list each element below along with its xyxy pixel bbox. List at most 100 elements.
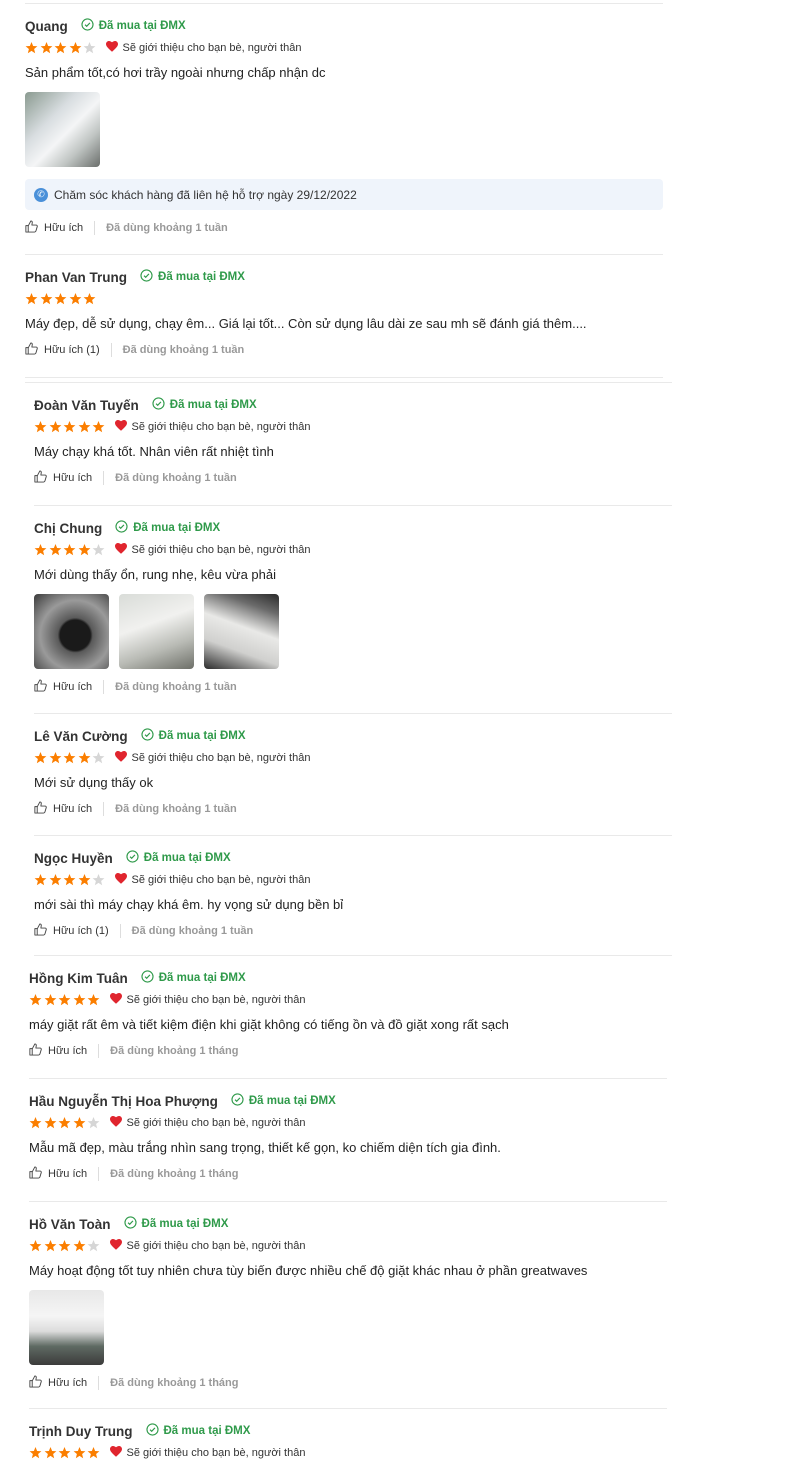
usage-duration: Đã dùng khoảng 1 tuần (106, 222, 228, 234)
divider (98, 1167, 100, 1181)
star-filled-icon (83, 292, 97, 306)
verified-badge: Đã mua tại ĐMX (141, 970, 246, 986)
review-photo[interactable] (34, 594, 109, 669)
helpful-button[interactable]: Hữu ích (29, 1166, 87, 1182)
helpful-label: Hữu ích (48, 1045, 88, 1057)
review-actions: Hữu ích Đã dùng khoảng 1 tháng (29, 1166, 501, 1182)
divider (29, 1201, 667, 1202)
helpful-button[interactable]: Hữu ích (29, 1043, 87, 1059)
helpful-button[interactable]: Hữu ích (25, 220, 83, 236)
review-header: Lê Văn Cường Đã mua tại ĐMX (34, 726, 310, 746)
review-content: Máy đẹp, dễ sử dụng, chạy êm... Giá lại … (25, 316, 587, 331)
star-filled-icon (63, 873, 77, 887)
star-filled-icon (29, 1239, 43, 1253)
thumbs-up-icon (34, 679, 53, 695)
support-icon: ✆ (34, 187, 48, 202)
star-filled-icon (58, 993, 72, 1007)
usage-duration: Đã dùng khoảng 1 tuần (115, 803, 237, 815)
check-circle-icon (140, 269, 158, 285)
recommend-badge: Sẽ giới thiệu cho bạn bè, người thân (109, 1116, 305, 1130)
star-filled-icon (78, 543, 92, 557)
divider (98, 1044, 100, 1058)
helpful-label: Hữu ích (1) (53, 925, 109, 937)
review-photo[interactable] (25, 92, 100, 167)
divider (103, 471, 105, 485)
review-header: Hồng Kim Tuân Đã mua tại ĐMX (29, 968, 509, 988)
check-circle-icon (141, 728, 159, 744)
divider (103, 802, 105, 816)
review-header: Trịnh Duy Trung Đã mua tại ĐMX (29, 1421, 305, 1441)
star-empty-icon (87, 1116, 101, 1130)
recommend-label: Sẽ giới thiệu cho bạn bè, người thân (131, 874, 311, 886)
star-filled-icon (63, 751, 77, 765)
heart-icon (114, 543, 132, 557)
helpful-button[interactable]: Hữu ích (34, 679, 92, 695)
review-photo[interactable] (119, 594, 194, 669)
divider (25, 254, 663, 255)
star-empty-icon (92, 751, 106, 765)
verified-label: Đã mua tại ĐMX (163, 1425, 251, 1437)
star-filled-icon (25, 292, 39, 306)
review-actions: Hữu ích Đã dùng khoảng 1 tháng (29, 1375, 587, 1391)
check-circle-icon (123, 1216, 142, 1232)
recommend-badge: Sẽ giới thiệu cho bạn bè, người thân (109, 1446, 306, 1460)
star-filled-icon (49, 751, 63, 765)
helpful-button[interactable]: Hữu ích (34, 801, 92, 817)
review-item: Lê Văn Cường Đã mua tại ĐMX Sẽ giới thiệu … (34, 726, 310, 817)
recommend-badge: Sẽ giới thiệu cho bạn bè, người thân (105, 41, 301, 55)
recommend-label: Sẽ giới thiệu cho bạn bè, người thân (126, 1447, 306, 1459)
review-content: Mẫu mã đẹp, màu trắng nhìn sang trọng, t… (29, 1140, 501, 1155)
review-photos (29, 1290, 587, 1365)
star-filled-icon (58, 1446, 72, 1460)
verified-badge: Đã mua tại ĐMX (115, 520, 220, 536)
review-header: Chị Chung Đã mua tại ĐMX (34, 518, 310, 538)
helpful-button[interactable]: Hữu ích (34, 470, 92, 486)
rating-row: Sẽ giới thiệu cho bạn bè, người thân (34, 419, 310, 435)
check-circle-icon (145, 1423, 164, 1439)
verified-badge: Đã mua tại ĐMX (123, 1216, 229, 1232)
rating-row: Sẽ giới thiệu cho bạn bè, người thân (29, 1238, 587, 1254)
verified-label: Đã mua tại ĐMX (143, 852, 231, 864)
check-circle-icon (126, 850, 144, 866)
review-item: Hồng Kim Tuân Đã mua tại ĐMX Sẽ giới thiệu… (29, 968, 509, 1059)
star-filled-icon (49, 420, 63, 434)
review-item: Ngọc Huyền Đã mua tại ĐMX Sẽ giới thiệu ch… (34, 848, 343, 939)
recommend-label: Sẽ giới thiệu cho bạn bè, người thân (131, 544, 311, 556)
review-header: Ngọc Huyền Đã mua tại ĐMX (34, 848, 343, 868)
support-text: Chăm sóc khách hàng đã liên hệ hỗ trợ ng… (54, 187, 357, 202)
verified-badge: Đã mua tại ĐMX (231, 1093, 336, 1109)
review-content: Sản phẩm tốt,có hơi trầy ngoài nhưng chấ… (25, 65, 326, 80)
star-filled-icon (73, 1116, 87, 1130)
verified-badge: Đã mua tại ĐMX (141, 728, 246, 744)
thumbs-up-icon (25, 342, 44, 358)
review-photos (25, 92, 663, 167)
review-content: Mới dùng thấy ổn, rung nhẹ, kêu vừa phải (34, 567, 276, 582)
verified-label: Đã mua tại ĐMX (141, 1218, 229, 1230)
divider (25, 377, 663, 378)
verified-label: Đã mua tại ĐMX (158, 271, 245, 283)
star-filled-icon (44, 1116, 58, 1130)
star-rating (29, 1239, 102, 1253)
review-content: Mới sử dụng thấy ok (34, 775, 154, 790)
helpful-button[interactable]: Hữu ích (1) (25, 342, 100, 358)
rating-row: Sẽ giới thiệu cho bạn bè, người thân (25, 40, 663, 56)
verified-label: Đã mua tại ĐMX (98, 20, 186, 32)
verified-badge: Đã mua tại ĐMX (152, 397, 257, 413)
recommend-badge: Sẽ giới thiệu cho bạn bè, người thân (109, 1239, 305, 1253)
review-photo[interactable] (204, 594, 279, 669)
check-circle-icon (115, 520, 133, 536)
verified-label: Đã mua tại ĐMX (248, 1095, 336, 1107)
helpful-button[interactable]: Hữu ích (29, 1375, 87, 1391)
star-filled-icon (73, 1446, 87, 1460)
helpful-label: Hữu ích (53, 681, 93, 693)
rating-row: Sẽ giới thiệu cho bạn bè, người thân (29, 992, 509, 1008)
heart-icon (114, 751, 132, 765)
star-filled-icon (87, 1446, 101, 1460)
star-filled-icon (34, 420, 48, 434)
star-filled-icon (78, 873, 92, 887)
review-photo[interactable] (29, 1290, 104, 1365)
review-header: Quang Đã mua tại ĐMX (25, 16, 663, 36)
review-item: Phan Van Trung Đã mua tại ĐMX Máy đẹp, dễ … (25, 267, 587, 358)
helpful-button[interactable]: Hữu ích (1) (34, 923, 109, 939)
divider (29, 1408, 667, 1409)
